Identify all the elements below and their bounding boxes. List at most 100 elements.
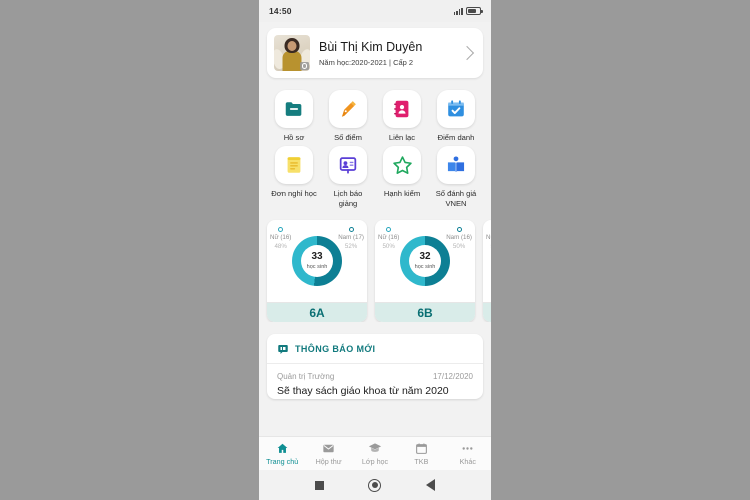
grid-label: Đơn nghỉ học [271, 189, 317, 199]
app-grid: Hồ sơ Số điểm Liên lạc Điểm danh Đơn ngh… [259, 78, 491, 208]
legend-female-label: Nữ (16) [270, 234, 292, 242]
legend-female-pct: 50% [382, 242, 395, 250]
camera-icon[interactable] [300, 62, 309, 70]
notice-meta: Quản trị Trường 17/12/2020 [277, 372, 473, 381]
profile-text: Bùi Thị Kim Duyên Năm học:2020-2021 | Cấ… [310, 40, 462, 67]
profile-name: Bùi Thị Kim Duyên [319, 39, 423, 54]
donut-ring: 33 học sinh [292, 236, 342, 287]
legend-dot-female-icon [386, 227, 392, 233]
folder-icon[interactable] [275, 90, 313, 128]
legend-male: Nam (16) 50% [446, 227, 472, 251]
graduation-cap-icon [368, 442, 382, 455]
legend-female: Nữ (16) 50% [378, 227, 399, 251]
grid-label: Liên lạc [388, 133, 416, 142]
grid-item-so-danh-gia-vnen[interactable]: Số đánh giá VNEN [429, 144, 483, 208]
legend-male: Nam (17) 52% [338, 227, 364, 251]
legend-female: Nữ (15) 51% [486, 227, 491, 251]
grid-item-ho-so[interactable]: Hồ sơ [267, 88, 321, 142]
legend-dot-male-icon [348, 227, 354, 233]
class-card[interactable]: Nữ (15) 51% 31 học sinh Nam (16) [483, 220, 491, 323]
class-name[interactable]: 6B [375, 302, 475, 323]
battery-icon [466, 7, 483, 15]
nav-label: Khác [459, 456, 477, 466]
grid-label: Hồ sơ [283, 133, 305, 142]
status-bar-indicators [453, 7, 483, 15]
donut-ring: 32 học sinh [400, 236, 450, 287]
legend-male-pct: 50% [452, 242, 466, 250]
legend-male-label: Nam (16) [446, 234, 472, 242]
donut-unit: học sinh [414, 264, 436, 271]
signal-bars-icon [453, 7, 463, 15]
class-card[interactable]: Nữ (16) 48% 33 học sinh Nam (17) 52% 6A [267, 220, 367, 323]
grid-item-so-diem[interactable]: Số điểm [321, 88, 375, 142]
profile-subtitle: Năm học:2020-2021 | Cấp 2 [319, 57, 414, 67]
donut-center: 32 học sinh [409, 245, 441, 278]
chevron-right-icon[interactable] [459, 45, 475, 61]
legend-female-label: Nữ (15) [486, 234, 491, 242]
bottom-navigation: Trang chủ Hộp thư Lớp học TKB Khác [259, 436, 491, 470]
nav-item-tkb[interactable]: TKB [398, 442, 444, 466]
nav-item-khac[interactable]: Khác [445, 442, 491, 466]
legend-dot-female-icon [278, 227, 284, 233]
nav-item-trang-chu[interactable]: Trang chủ [259, 442, 305, 466]
calendar-icon [415, 442, 428, 455]
nav-label: Trang chủ [266, 456, 299, 466]
home-icon [276, 442, 289, 455]
grid-label: Hạnh kiểm [383, 189, 421, 199]
notice-header: THÔNG BÁO MỚI [267, 334, 483, 365]
address-book-icon[interactable] [383, 90, 421, 128]
nav-label: Lớp học [361, 456, 389, 466]
nav-item-hop-thu[interactable]: Hộp thư [305, 442, 351, 466]
notice-author: Quản trị Trường [277, 372, 335, 382]
notice-item[interactable]: Quản trị Trường 17/12/2020 Sẽ thay sách … [267, 364, 483, 399]
document-lines-icon[interactable] [275, 146, 313, 185]
class-name[interactable]: 6C [483, 302, 491, 323]
grid-label: Số đánh giá VNEN [435, 189, 477, 208]
grid-item-hanh-kiem[interactable]: Hạnh kiểm [375, 144, 429, 208]
class-cards-row[interactable]: Nữ (16) 48% 33 học sinh Nam (17) 52% 6A … [259, 208, 491, 323]
notice-date: 17/12/2020 [432, 372, 473, 382]
class-name[interactable]: 6A [267, 302, 367, 323]
notice-header-title: THÔNG BÁO MỚI [295, 344, 376, 355]
presentation-user-icon[interactable] [329, 146, 367, 185]
notice-title[interactable]: Sẽ thay sách giáo khoa từ năm 2020 [277, 385, 473, 399]
grid-item-don-nghi-hoc[interactable]: Đơn nghỉ học [267, 144, 321, 208]
grid-label: Lịch báo giảng [333, 189, 363, 208]
fountain-pen-icon[interactable] [329, 90, 367, 128]
phone-screen: 14:50 Bùi Thị Kim Duyên Năm học:2020-202… [259, 0, 491, 500]
square-recents-icon[interactable] [315, 480, 325, 490]
donut-unit: học sinh [306, 264, 328, 271]
class-donut-chart: Nữ (16) 50% 32 học sinh Nam (16) 50% [375, 220, 475, 302]
grid-item-diem-danh[interactable]: Điểm danh [429, 88, 483, 142]
avatar[interactable] [274, 35, 310, 71]
legend-male-label: Nam (17) [338, 234, 364, 242]
circle-home-icon[interactable] [368, 478, 382, 492]
screenshot-root: 14:50 Bùi Thị Kim Duyên Năm học:2020-202… [0, 0, 750, 500]
status-bar: 14:50 [259, 0, 491, 22]
nav-item-lop-hoc[interactable]: Lớp học [352, 442, 398, 466]
star-outline-icon[interactable] [383, 146, 421, 185]
triangle-back-icon[interactable] [425, 479, 435, 491]
open-book-icon[interactable] [437, 146, 475, 185]
legend-female-label: Nữ (16) [378, 234, 400, 242]
profile-card[interactable]: Bùi Thị Kim Duyên Năm học:2020-2021 | Cấ… [267, 28, 483, 78]
calendar-check-icon[interactable] [437, 90, 475, 128]
donut-total: 33 [311, 251, 323, 263]
legend-dot-male-icon [456, 227, 462, 233]
grid-label: Điểm danh [437, 133, 475, 142]
donut-center: 33 học sinh [301, 245, 333, 278]
grid-label: Số điểm [334, 133, 362, 142]
legend-male-pct: 52% [344, 242, 358, 250]
more-dots-icon [460, 442, 475, 455]
legend-female: Nữ (16) 48% [270, 227, 291, 251]
class-donut-chart: Nữ (16) 48% 33 học sinh Nam (17) 52% [267, 220, 367, 302]
announcement-icon [278, 345, 288, 355]
class-donut-chart: Nữ (15) 51% 31 học sinh Nam (16) [483, 220, 491, 302]
scroll-content: Bùi Thị Kim Duyên Năm học:2020-2021 | Cấ… [259, 22, 491, 436]
android-system-bar [259, 470, 491, 500]
status-bar-time: 14:50 [269, 6, 292, 16]
grid-item-lich-bao-giang[interactable]: Lịch báo giảng [321, 144, 375, 208]
grid-item-lien-lac[interactable]: Liên lạc [375, 88, 429, 142]
legend-female-pct: 51% [486, 243, 491, 251]
class-card[interactable]: Nữ (16) 50% 32 học sinh Nam (16) 50% 6B [375, 220, 475, 323]
